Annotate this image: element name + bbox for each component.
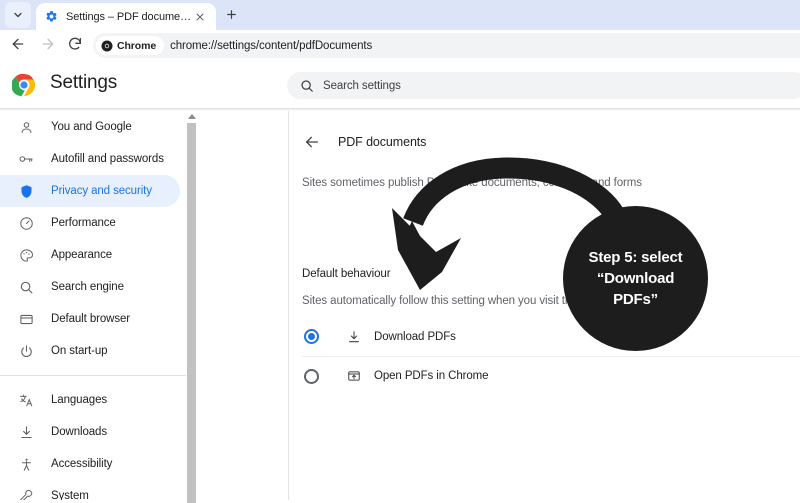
sidebar-item-accessibility[interactable]: Accessibility	[0, 448, 180, 480]
search-icon	[17, 278, 35, 296]
settings-header: Settings Search settings	[0, 62, 800, 108]
tab-search-button[interactable]	[5, 2, 31, 28]
back-button[interactable]	[7, 35, 29, 57]
sidebar-scrollbar[interactable]	[186, 111, 197, 503]
sidebar-item-on-start-up[interactable]: On start-up	[0, 335, 180, 367]
section-subtitle: Sites automatically follow this setting …	[302, 295, 587, 307]
sidebar-item-autofill-and-passwords[interactable]: Autofill and passwords	[0, 143, 180, 175]
settings-content: PDF documents Sites sometimes publish PD…	[289, 111, 800, 500]
close-icon[interactable]	[192, 9, 208, 25]
search-settings-input[interactable]: Search settings	[287, 72, 800, 99]
power-icon	[17, 342, 35, 360]
scrollbar-thumb[interactable]	[187, 123, 196, 503]
omnibox-origin-chip[interactable]: Chrome	[96, 36, 165, 55]
reload-icon	[67, 36, 83, 57]
sidebar-item-label: Privacy and security	[51, 185, 152, 197]
settings-sidebar: You and Google Autofill and passwords Pr…	[0, 111, 186, 500]
person-icon	[17, 118, 35, 136]
sidebar-item-you-and-google[interactable]: You and Google	[0, 111, 180, 143]
content-description: Sites sometimes publish PDFs, like docum…	[302, 177, 642, 189]
sidebar-item-label: Autofill and passwords	[51, 153, 164, 165]
accessibility-icon	[17, 455, 35, 473]
sidebar-item-label: On start-up	[51, 345, 108, 357]
scroll-up-arrow-icon[interactable]	[188, 114, 196, 119]
sidebar-item-label: Search engine	[51, 281, 124, 293]
translate-icon	[17, 391, 35, 409]
address-bar[interactable]: Chrome chrome://settings/content/pdfDocu…	[93, 33, 800, 58]
search-placeholder: Search settings	[323, 79, 401, 92]
tab-title: Settings – PDF documents	[66, 10, 192, 23]
sidebar-item-label: Default browser	[51, 313, 131, 325]
arrow-right-icon	[40, 36, 56, 57]
radio-option-download-pdfs[interactable]: Download PDFs	[302, 317, 800, 356]
reload-button[interactable]	[64, 35, 86, 57]
sidebar-item-label: Accessibility	[51, 458, 113, 470]
sidebar-item-system[interactable]: System	[0, 480, 180, 500]
sidebar-item-languages[interactable]: Languages	[0, 384, 180, 416]
sidebar-item-label: Performance	[51, 217, 116, 229]
new-tab-button[interactable]	[221, 6, 241, 26]
window-icon	[17, 310, 35, 328]
omnibox-chip-label: Chrome	[117, 39, 157, 52]
open-in-window-icon	[345, 368, 362, 385]
radio-option-label: Download PDFs	[374, 330, 456, 343]
content-header: PDF documents	[302, 132, 426, 152]
sidebar-item-label: You and Google	[51, 121, 132, 133]
sidebar-item-label: Downloads	[51, 426, 107, 438]
radio-option-label: Open PDFs in Chrome	[374, 370, 489, 382]
sidebar-item-search-engine[interactable]: Search engine	[0, 271, 180, 303]
palette-icon	[17, 246, 35, 264]
wrench-icon	[17, 487, 35, 500]
chrome-icon	[100, 39, 113, 52]
sidebar-item-label: Appearance	[51, 249, 113, 261]
section-title: Default behaviour	[302, 268, 391, 280]
browser-toolbar: Chrome chrome://settings/content/pdfDocu…	[0, 30, 800, 62]
sidebar-item-performance[interactable]: Performance	[0, 207, 180, 239]
sidebar-divider	[0, 375, 186, 376]
radio-option-open-pdfs-in-chrome[interactable]: Open PDFs in Chrome	[302, 356, 800, 395]
download-icon	[17, 423, 35, 441]
radio-button[interactable]	[304, 368, 319, 384]
sidebar-item-privacy-and-security[interactable]: Privacy and security	[0, 175, 180, 207]
content-title: PDF documents	[338, 135, 427, 149]
sidebar-item-label: Languages	[51, 394, 108, 406]
back-arrow-icon[interactable]	[302, 132, 322, 152]
sidebar-item-downloads[interactable]: Downloads	[0, 416, 180, 448]
sidebar-item-default-browser[interactable]: Default browser	[0, 303, 180, 335]
omnibox-url-text: chrome://settings/content/pdfDocuments	[170, 39, 373, 52]
chevron-down-icon	[12, 9, 24, 21]
shield-icon	[17, 182, 35, 200]
radio-button[interactable]	[304, 329, 319, 344]
chrome-logo-icon	[11, 73, 36, 97]
search-icon	[299, 78, 314, 93]
plus-icon	[225, 8, 238, 25]
sidebar-item-appearance[interactable]: Appearance	[0, 239, 180, 271]
settings-page: Settings Search settings You and Google	[0, 62, 800, 503]
forward-button[interactable]	[37, 35, 59, 57]
page-title: Settings	[50, 72, 118, 93]
download-icon	[345, 328, 362, 345]
settings-gear-icon	[44, 10, 58, 24]
key-icon	[17, 150, 35, 168]
speedometer-icon	[17, 214, 35, 232]
browser-window: Settings – PDF documents Chrome chrome:/…	[0, 0, 800, 503]
arrow-left-icon	[10, 36, 26, 57]
browser-tab[interactable]: Settings – PDF documents	[36, 3, 216, 30]
sidebar-item-label: System	[51, 490, 89, 500]
tab-strip: Settings – PDF documents	[0, 0, 800, 30]
